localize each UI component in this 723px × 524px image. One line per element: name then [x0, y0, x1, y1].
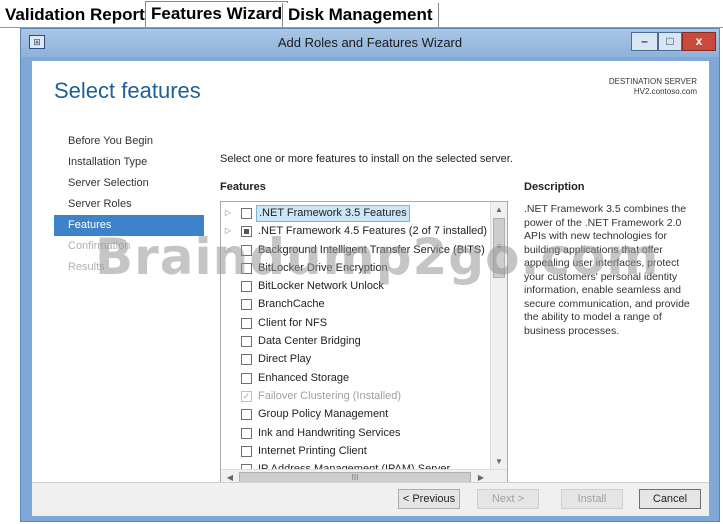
tab-validation-report[interactable]: Validation Report [0, 3, 150, 27]
nav-step-server-roles[interactable]: Server Roles [54, 194, 204, 215]
description-heading: Description [524, 181, 585, 193]
feature-item[interactable]: Direct Play [221, 350, 491, 368]
feature-label: Data Center Bridging [258, 335, 361, 348]
wizard-footer: < Previous Next > Install Cancel [32, 482, 709, 516]
feature-label: BranchCache [258, 298, 325, 311]
previous-button[interactable]: < Previous [398, 489, 460, 509]
feature-checkbox[interactable] [241, 208, 252, 219]
feature-item: ✓ Failover Clustering (Installed) [221, 387, 491, 405]
features-heading: Features [220, 181, 266, 193]
feature-label: Ink and Handwriting Services [258, 426, 401, 439]
feature-item[interactable]: Internet Printing Client [221, 442, 491, 460]
feature-checkbox[interactable] [241, 445, 252, 457]
feature-item[interactable]: Data Center Bridging [221, 332, 491, 350]
expand-arrow-icon[interactable]: ▷ [223, 204, 233, 222]
cancel-button[interactable]: Cancel [639, 489, 701, 509]
scroll-up-arrow-icon[interactable]: ▲ [493, 204, 505, 216]
feature-checkbox[interactable] [241, 336, 252, 348]
feature-label: Group Policy Management [258, 408, 389, 421]
tab-disk-management[interactable]: Disk Management [282, 3, 439, 27]
page-title: Select features [54, 78, 201, 103]
feature-label: Client for NFS [258, 316, 328, 329]
feature-label: .NET Framework 3.5 Features [256, 205, 410, 222]
feature-item[interactable]: ▷ .NET Framework 3.5 Features [221, 204, 491, 222]
next-button: Next > [477, 489, 539, 509]
window-title: Add Roles and Features Wizard [277, 35, 463, 50]
feature-label: Failover Clustering (Installed) [258, 389, 402, 402]
feature-checkbox[interactable] [241, 299, 252, 311]
feature-item[interactable]: Group Policy Management [221, 405, 491, 423]
nav-step-installation-type[interactable]: Installation Type [54, 152, 204, 173]
feature-label: Enhanced Storage [258, 371, 350, 384]
title-bar[interactable]: ⊞ Add Roles and Features Wizard – □ x [21, 29, 719, 57]
feature-checkbox[interactable] [241, 354, 252, 366]
nav-step-server-selection[interactable]: Server Selection [54, 173, 204, 194]
feature-checkbox: ✓ [241, 390, 252, 402]
close-button[interactable]: x [682, 32, 716, 51]
feature-item[interactable]: BranchCache [221, 295, 491, 313]
feature-item[interactable]: Ink and Handwriting Services [221, 424, 491, 442]
maximize-button[interactable]: □ [658, 32, 682, 51]
feature-checkbox[interactable] [241, 409, 252, 421]
feature-label: Direct Play [258, 353, 312, 366]
feature-item[interactable]: Client for NFS [221, 314, 491, 332]
watermark-text: Braindump2go.com [95, 228, 660, 286]
feature-checkbox[interactable] [241, 372, 252, 384]
tab-features-wizard[interactable]: Features Wizard [145, 1, 289, 28]
destination-server-value: HV2.contoso.com [633, 87, 697, 96]
nav-step-before-you-begin[interactable]: Before You Begin [54, 131, 204, 152]
scroll-down-arrow-icon[interactable]: ▼ [493, 456, 505, 468]
feature-checkbox[interactable] [241, 317, 252, 329]
feature-checkbox[interactable] [241, 427, 252, 439]
install-button: Install [561, 489, 623, 509]
destination-server-label: DESTINATION SERVER [608, 77, 697, 86]
document-tab-strip: Validation Report Features Wizard Disk M… [0, 0, 723, 28]
feature-label: Internet Printing Client [258, 444, 367, 457]
feature-item[interactable]: Enhanced Storage [221, 369, 491, 387]
instruction-text: Select one or more features to install o… [220, 153, 513, 165]
minimize-button[interactable]: – [631, 32, 658, 51]
